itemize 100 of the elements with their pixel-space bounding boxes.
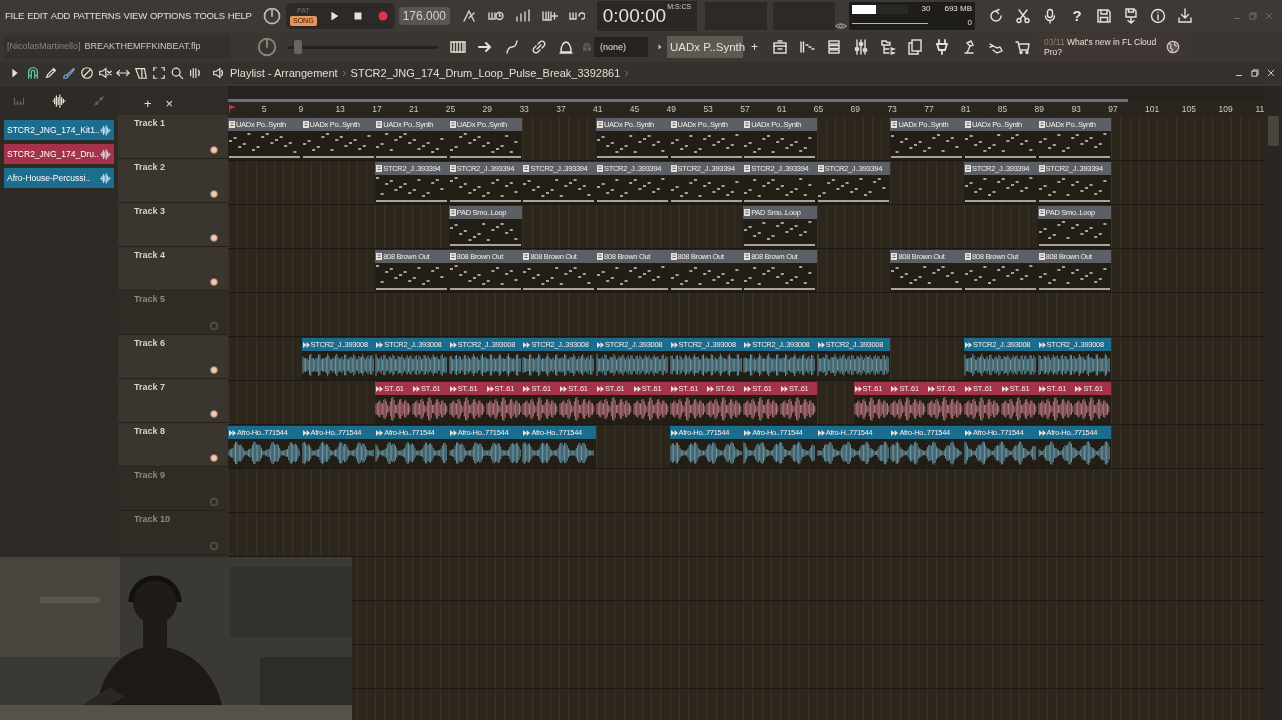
menu-item[interactable]: HELP <box>227 8 252 24</box>
pattern-icon <box>449 209 456 216</box>
memory-reading: 693 MB <box>944 3 972 15</box>
microphone-icon[interactable] <box>1042 8 1058 24</box>
waveform <box>780 395 816 423</box>
mixer-icon[interactable] <box>853 39 869 55</box>
brush-icon[interactable] <box>62 66 76 80</box>
track-name[interactable]: Track 6 <box>134 337 166 351</box>
track-header[interactable]: Track 4 <box>118 247 228 291</box>
bar-number: 33 <box>519 103 529 116</box>
waveform-icon[interactable] <box>52 94 66 108</box>
keyboard-icon[interactable] <box>450 39 466 55</box>
zoom-icon[interactable] <box>170 66 184 80</box>
metronome-icon[interactable] <box>461 8 477 24</box>
ruler[interactable]: 5 9 13 17 21 25 29 33 37 41 45 49 53 57 61 65 69 73 77 81 85 89 93 97 101 105 109 11 <box>228 102 1265 117</box>
knob-icon[interactable] <box>262 6 282 26</box>
track-header[interactable]: Track 6 <box>118 335 228 379</box>
tempo-field[interactable]: 176.000 <box>398 7 450 25</box>
bar-number: 61 <box>777 103 787 116</box>
bar-number: 77 <box>924 103 934 116</box>
pattern-icon <box>1038 209 1045 216</box>
pencil-icon[interactable] <box>44 66 58 80</box>
menu-item[interactable]: VIEW <box>123 8 147 24</box>
track-header[interactable]: Track 1 <box>118 115 228 159</box>
audio-icon <box>817 429 825 436</box>
link-icon[interactable] <box>531 39 547 55</box>
track-header[interactable]: Track 3 <box>118 203 228 247</box>
track-name[interactable]: Track 8 <box>134 425 166 439</box>
volume-icon[interactable] <box>188 66 202 80</box>
cart-icon[interactable] <box>1015 39 1031 55</box>
keyboard-plus-icon[interactable] <box>542 8 558 24</box>
restore-icon[interactable] <box>1250 68 1260 78</box>
comb-icon[interactable] <box>13 95 26 107</box>
track-name[interactable]: Track 4 <box>134 249 166 263</box>
scissors-icon[interactable] <box>1015 8 1031 24</box>
menu-item[interactable]: FILE <box>5 8 25 24</box>
lamp-icon[interactable] <box>961 39 977 55</box>
picker-item[interactable]: STCR2_JNG_174_Kit1.. <box>4 120 114 140</box>
download-icon[interactable] <box>1177 8 1193 24</box>
picker-item[interactable]: STCR2_JNG_174_Dru.. <box>4 144 114 164</box>
track-header-button[interactable]: × <box>165 93 174 113</box>
slider-track[interactable] <box>288 40 438 54</box>
news-panel[interactable]: 03/11 What's new in FL Cloud Pro? <box>1039 34 1185 60</box>
picker-item-label[interactable]: STCR2_JNG_174_Kit1.. <box>7 123 100 137</box>
menu-item[interactable]: ADD <box>50 8 71 24</box>
menu-item[interactable]: PATTERNS <box>73 8 121 24</box>
window-icon[interactable] <box>772 39 788 55</box>
playhead-icon[interactable] <box>228 103 236 115</box>
info-icon[interactable] <box>1150 8 1166 24</box>
refresh-icon[interactable] <box>988 8 1004 24</box>
track-header[interactable]: Track 8 <box>118 423 228 467</box>
no-entry-icon[interactable] <box>80 66 94 80</box>
folder-tree-icon[interactable] <box>880 39 896 55</box>
save-icon[interactable] <box>1096 8 1112 24</box>
eye-icon[interactable] <box>835 20 847 32</box>
bars-icon[interactable] <box>515 8 531 24</box>
scrollbar[interactable] <box>1265 86 1282 720</box>
speaker-icon[interactable] <box>212 66 226 80</box>
track-name[interactable]: Track 2 <box>134 161 166 175</box>
help-button[interactable]: ? <box>1069 4 1085 28</box>
track-header-button[interactable]: + <box>144 93 152 113</box>
pattern-field[interactable]: UADx P..Synth <box>667 36 743 58</box>
add-button[interactable]: + <box>751 38 758 56</box>
track-name[interactable]: Track 1 <box>134 117 166 131</box>
slider-thumb[interactable] <box>294 40 302 54</box>
knob-icon[interactable] <box>256 36 278 58</box>
copy-icon[interactable] <box>907 39 923 55</box>
waveform <box>596 395 632 423</box>
steps-icon[interactable] <box>799 39 815 55</box>
news-text[interactable]: 03/11 What's new in FL Cloud Pro? <box>1044 37 1162 57</box>
picker-item[interactable]: Afro-House-Percussi.. <box>4 168 114 188</box>
arrow-icon[interactable] <box>477 39 493 55</box>
floppy-icon[interactable] <box>1123 8 1139 24</box>
track-name[interactable]: Track 3 <box>134 205 166 219</box>
menu-item[interactable]: TOOLS <box>194 8 225 24</box>
bar-number: 49 <box>666 103 677 116</box>
select-icon[interactable] <box>152 66 166 80</box>
overview-bar[interactable] <box>228 86 1265 102</box>
window-title: Playlist - Arrangement <box>230 65 338 81</box>
menu-item[interactable]: OPTIONS <box>149 8 191 24</box>
snap-field[interactable]: (none) <box>594 37 648 57</box>
track-name[interactable]: Track 7 <box>134 381 166 395</box>
plug-icon[interactable] <box>934 39 950 55</box>
track-name[interactable]: Track 9 <box>134 469 166 483</box>
list-icon[interactable] <box>826 39 842 55</box>
track-header[interactable]: Track 7 <box>118 379 228 423</box>
slice-icon[interactable] <box>134 66 148 80</box>
picker-item-label[interactable]: Afro-House-Percussi.. <box>7 171 100 185</box>
caret-icon[interactable] <box>656 43 664 51</box>
track-name[interactable]: Track 10 <box>134 513 171 527</box>
menu-item[interactable]: EDIT <box>27 8 48 24</box>
magnet-icon[interactable] <box>26 66 40 80</box>
curve-icon[interactable] <box>504 39 520 55</box>
globe-icon[interactable] <box>1166 40 1180 54</box>
track-header[interactable]: Track 2 <box>118 159 228 203</box>
dome-icon[interactable] <box>558 39 574 55</box>
picker-item-label[interactable]: STCR2_JNG_174_Dru.. <box>7 147 100 161</box>
track-name[interactable]: Track 5 <box>134 293 166 307</box>
mute-icon[interactable] <box>98 66 112 80</box>
audio-icon <box>449 341 457 348</box>
